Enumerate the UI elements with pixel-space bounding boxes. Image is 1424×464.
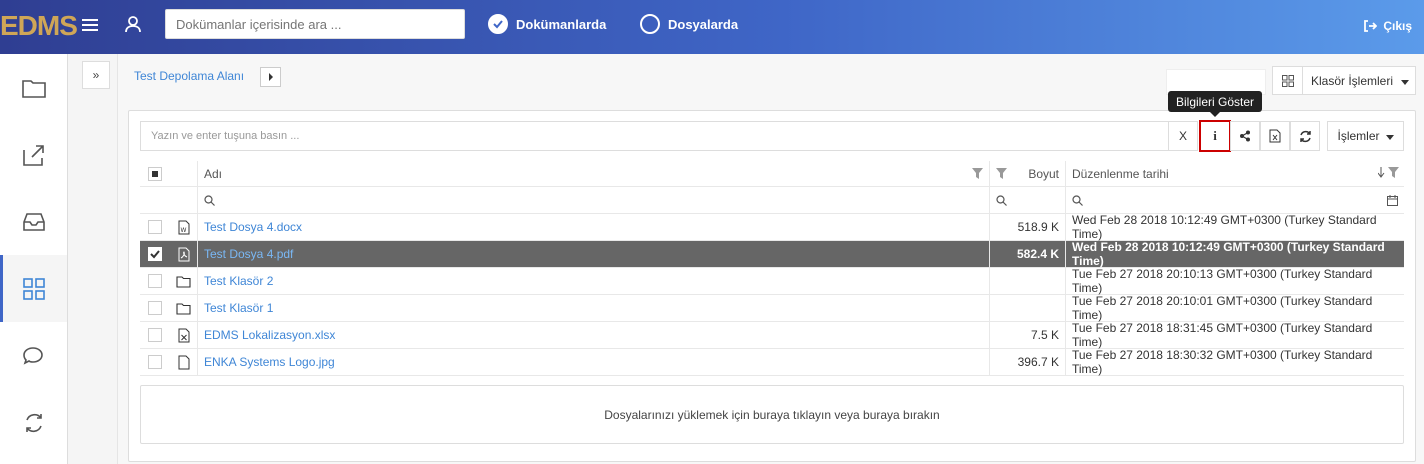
row-checkbox[interactable] xyxy=(148,328,162,342)
header-name[interactable]: Adı xyxy=(204,167,222,181)
radio-documents[interactable]: Dokümanlarda xyxy=(488,14,606,34)
info-icon: i xyxy=(1213,128,1217,143)
table-row[interactable]: EDMS Lokalizasyon.xlsx 7.5 K Tue Feb 27 20… xyxy=(140,321,1404,349)
sort-desc-filter-icon[interactable] xyxy=(1377,166,1400,181)
file-size xyxy=(990,295,1066,321)
row-checkbox[interactable] xyxy=(148,301,162,315)
expand-tree-button[interactable]: » xyxy=(82,61,110,89)
filter-icon[interactable] xyxy=(972,168,983,179)
app-logo: EDMS xyxy=(0,10,78,41)
excel-icon xyxy=(1269,129,1281,143)
search-icon xyxy=(996,194,1007,206)
select-all-checkbox[interactable] xyxy=(148,166,162,181)
table-row[interactable]: ENKA Systems Logo.jpg 396.7 K Tue Feb 27 2… xyxy=(140,348,1404,376)
menu-icon[interactable] xyxy=(82,16,98,38)
row-checkbox[interactable] xyxy=(148,274,162,288)
file-size: 582.4 K xyxy=(990,241,1066,267)
exit-label: Çıkış xyxy=(1383,19,1412,33)
calendar-icon[interactable] xyxy=(1387,194,1398,206)
table-row[interactable]: Test Klasör 1 Tue Feb 27 2018 20:10:01 GM… xyxy=(140,294,1404,322)
search-icon xyxy=(1072,194,1083,206)
refresh-icon xyxy=(1299,130,1311,142)
name-filter-input[interactable] xyxy=(198,187,990,213)
clear-filter-button[interactable]: X xyxy=(1168,121,1198,151)
radio-checked-icon xyxy=(488,14,508,34)
date-filter-input[interactable] xyxy=(1066,187,1404,213)
radio-unchecked-icon xyxy=(640,14,660,34)
file-name-link[interactable]: EDMS Lokalizasyon.xlsx xyxy=(198,322,990,348)
ops-dropdown[interactable]: İşlemler xyxy=(1327,121,1404,151)
word-file-icon: W xyxy=(170,214,198,240)
filter-row xyxy=(140,187,1404,214)
folder-icon xyxy=(170,295,198,321)
table-header: Adı Boyut Düzenlenme tarihi xyxy=(140,161,1404,187)
nav-grid-icon[interactable] xyxy=(0,255,67,322)
user-icon[interactable] xyxy=(124,15,142,36)
nav-inbox-icon[interactable] xyxy=(0,188,67,255)
radio-files-label: Dosyalarda xyxy=(668,16,739,32)
nav-folder-icon[interactable] xyxy=(0,54,67,121)
header-size[interactable]: Boyut xyxy=(1028,167,1059,181)
folder-ops-dropdown[interactable]: Klasör İşlemleri xyxy=(1272,66,1416,95)
file-date: Tue Feb 27 2018 18:31:45 GMT+0300 (Turke… xyxy=(1072,321,1373,349)
filter-input[interactable]: Yazın ve enter tuşuna basın ... xyxy=(140,121,1170,151)
file-name-link[interactable]: ENKA Systems Logo.jpg xyxy=(198,349,990,375)
file-size: 518.9 K xyxy=(990,214,1066,240)
file-name-link[interactable]: Test Dosya 4.docx xyxy=(198,214,990,240)
file-date: Tue Feb 27 2018 20:10:13 GMT+0300 (Turke… xyxy=(1072,267,1373,295)
table-row[interactable]: W Test Dosya 4.docx 518.9 K Wed Feb 28 2018… xyxy=(140,213,1404,241)
row-checkbox[interactable] xyxy=(148,247,162,261)
header-date[interactable]: Düzenlenme tarihi xyxy=(1072,167,1169,181)
chevron-down-icon xyxy=(1385,129,1394,143)
file-size: 7.5 K xyxy=(990,322,1066,348)
row-checkbox[interactable] xyxy=(148,355,162,369)
file-date: Tue Feb 27 2018 20:10:01 GMT+0300 (Turke… xyxy=(1072,294,1373,322)
search-input[interactable] xyxy=(165,9,465,39)
size-filter-input[interactable] xyxy=(990,187,1066,213)
radio-files[interactable]: Dosyalarda xyxy=(640,14,738,34)
filter-icon[interactable] xyxy=(996,168,1007,179)
exit-icon xyxy=(1364,20,1378,32)
search-icon xyxy=(204,194,215,206)
file-date: Wed Feb 28 2018 10:12:49 GMT+0300 (Turke… xyxy=(1072,240,1385,268)
file-size: 396.7 K xyxy=(990,349,1066,375)
share-button[interactable] xyxy=(1230,121,1260,151)
pdf-file-icon xyxy=(170,241,198,267)
chevron-down-icon xyxy=(1401,74,1410,88)
info-button[interactable]: i xyxy=(1199,120,1231,152)
exit-button[interactable]: Çıkış xyxy=(1363,19,1412,33)
file-name-link[interactable]: Test Klasör 2 xyxy=(198,268,990,294)
file-size xyxy=(990,268,1066,294)
ops-label: İşlemler xyxy=(1337,129,1380,143)
top-bar: EDMS Dokümanlarda Dosyalarda Çıkış xyxy=(0,0,1424,54)
export-excel-button[interactable] xyxy=(1260,121,1290,151)
file-name-link[interactable]: Test Dosya 4.pdf xyxy=(198,241,990,267)
folder-icon xyxy=(170,268,198,294)
table-row[interactable]: Test Dosya 4.pdf 582.4 K Wed Feb 28 2018 1… xyxy=(140,240,1404,268)
refresh-button[interactable] xyxy=(1290,121,1320,151)
file-date: Wed Feb 28 2018 10:12:49 GMT+0300 (Turke… xyxy=(1072,213,1377,241)
folder-ops-label: Klasör İşlemleri xyxy=(1311,73,1394,88)
nav-share-icon[interactable] xyxy=(0,121,67,188)
row-checkbox[interactable] xyxy=(148,220,162,234)
breadcrumb-root[interactable]: Test Depolama Alanı xyxy=(134,69,244,83)
breadcrumb-next-icon[interactable] xyxy=(260,67,281,87)
file-icon xyxy=(170,349,198,375)
tree-gutter xyxy=(68,54,118,464)
radio-documents-label: Dokümanlarda xyxy=(516,16,607,32)
table-row[interactable]: Test Klasör 2 Tue Feb 27 2018 20:10:13 GM… xyxy=(140,267,1404,295)
nav-sync-icon[interactable] xyxy=(0,389,67,456)
svg-text:W: W xyxy=(180,227,186,234)
file-date: Tue Feb 27 2018 18:30:32 GMT+0300 (Turke… xyxy=(1072,348,1373,376)
share-icon xyxy=(1240,130,1250,142)
grid-icon xyxy=(1273,67,1303,94)
left-nav xyxy=(0,54,68,464)
nav-chat-icon[interactable] xyxy=(0,322,67,389)
upload-dropzone[interactable]: Dosyalarınızı yüklemek için buraya tıkla… xyxy=(140,385,1404,444)
excel-file-icon xyxy=(170,322,198,348)
info-tooltip: Bilgileri Göster xyxy=(1168,91,1262,117)
file-name-link[interactable]: Test Klasör 1 xyxy=(198,295,990,321)
